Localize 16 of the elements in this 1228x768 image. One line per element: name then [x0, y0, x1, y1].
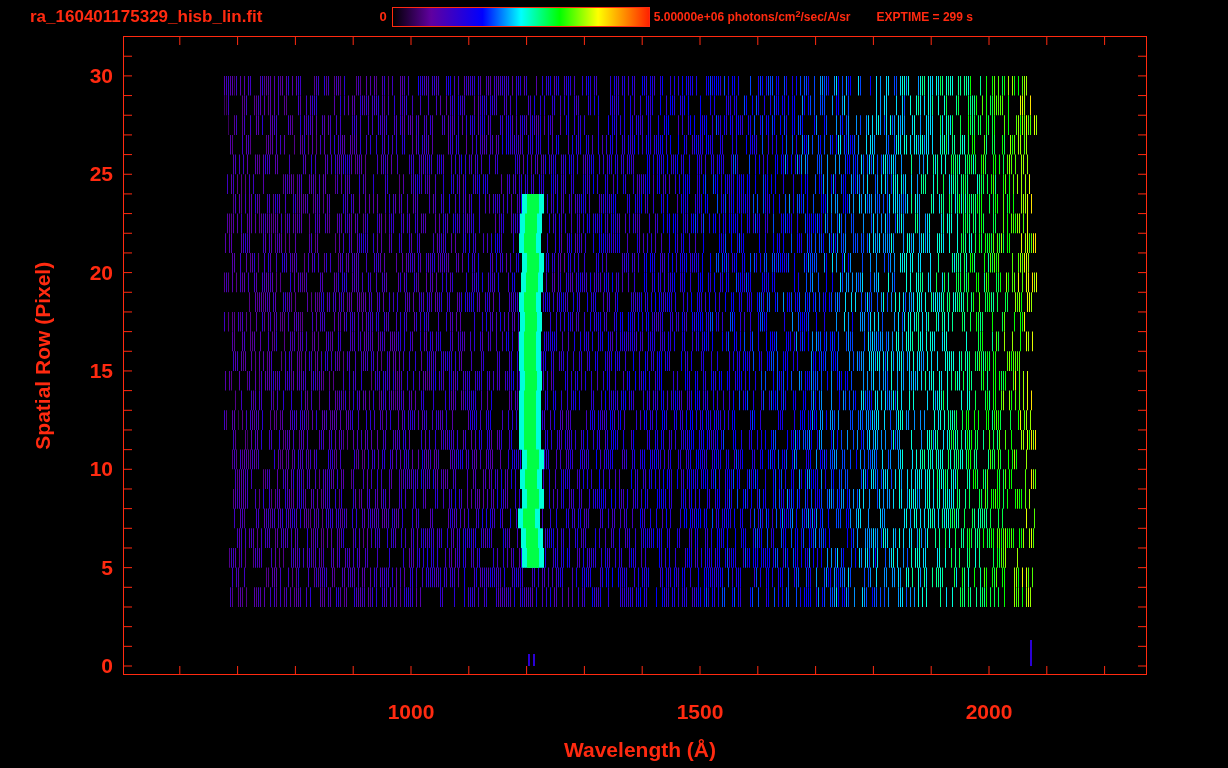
y-axis-label: Spatial Row (Pixel)	[30, 262, 56, 450]
x-tick-label: 1500	[676, 700, 724, 724]
colorbar-max-label: 5.00000e+06 photons/cm$^{2}$/sec/A/sr	[653, 8, 851, 26]
y-tick-label: 20	[89, 260, 113, 285]
exposure-time: EXPTIME = 299 s	[876, 9, 973, 26]
y-tick-label: 15	[89, 358, 113, 383]
y-tick-label: 5	[101, 555, 113, 580]
x-tick-label: 2000	[965, 700, 1013, 724]
x-tick-label: 1000	[387, 700, 435, 724]
y-tick-label: 25	[89, 162, 113, 187]
y-tick-label: 10	[89, 457, 113, 482]
x-axis-label: Wavelength (Å)	[563, 737, 717, 763]
colorbar-min-label: 0	[379, 8, 387, 27]
y-tick-label: 30	[89, 63, 113, 88]
y-tick-label: 0	[101, 654, 113, 678]
file-title: ra_160401175329_hisb_lin.fit	[30, 6, 263, 29]
